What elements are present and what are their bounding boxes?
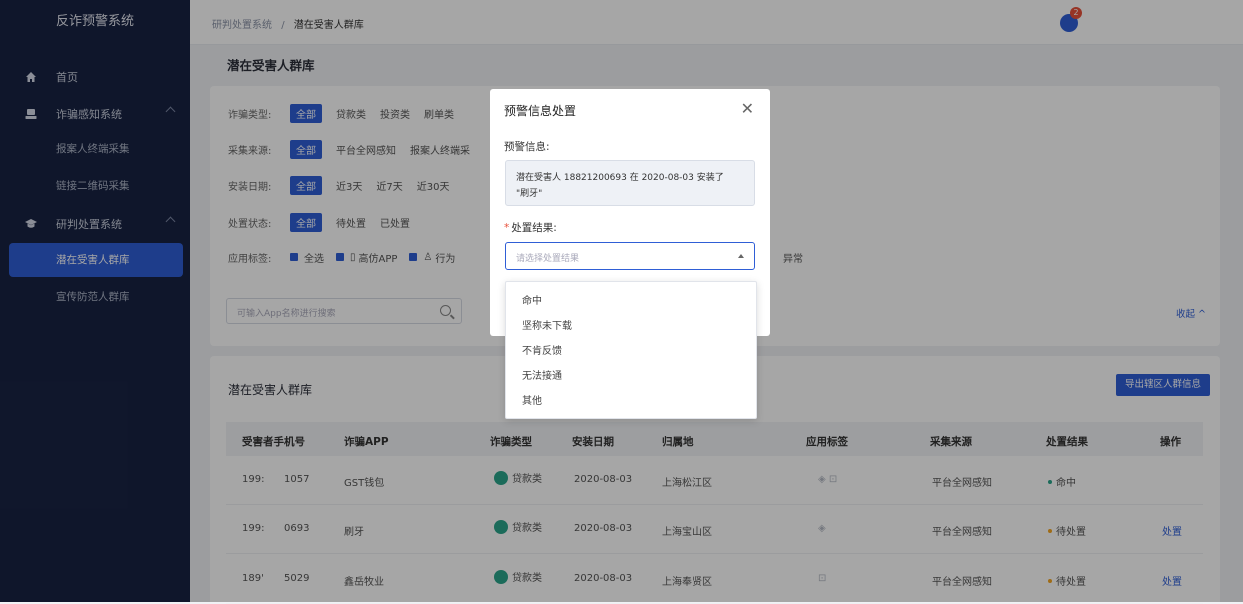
option-unreachable[interactable]: 无法接通: [522, 367, 562, 382]
option-hit[interactable]: 命中: [522, 292, 542, 307]
warning-info-line: 潜在受害人 18821200693 在 2020-08-03 安装了: [516, 173, 724, 183]
result-dropdown: 命中 坚称未下载 不肯反馈 无法接通 其他: [505, 281, 757, 419]
warning-info-label: 预警信息:: [504, 141, 550, 153]
option-claim-not-downloaded[interactable]: 坚称未下载: [522, 317, 572, 332]
dialog-title: 预警信息处置: [504, 104, 577, 118]
option-other[interactable]: 其他: [522, 392, 542, 407]
result-select[interactable]: 请选择处置结果: [505, 242, 755, 270]
warning-info-box: 潜在受害人 18821200693 在 2020-08-03 安装了 "刷牙": [505, 160, 755, 206]
warning-info-line: "刷牙": [516, 189, 543, 199]
result-label-text: 处置结果:: [511, 222, 557, 234]
close-icon[interactable]: ✕: [741, 99, 754, 118]
result-label: * 处置结果:: [504, 220, 557, 235]
required-mark: *: [504, 222, 510, 234]
caret-up-icon: [738, 254, 744, 258]
select-placeholder: 请选择处置结果: [516, 254, 580, 264]
option-refuse-feedback[interactable]: 不肯反馈: [522, 342, 562, 357]
